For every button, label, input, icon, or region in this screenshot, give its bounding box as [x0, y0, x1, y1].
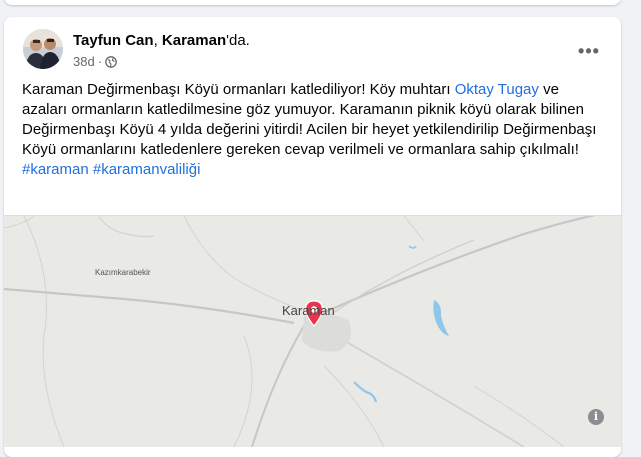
hashtag-karamanvaliligi[interactable]: #karamanvaliliği: [93, 161, 201, 178]
location-suffix: 'da.: [226, 32, 250, 49]
post-text: Karaman Değirmenbaşı Köyü ormanları katl…: [22, 80, 607, 180]
location-map[interactable]: [4, 215, 621, 447]
previous-post-card: [4, 0, 621, 5]
post-text-part1: Karaman Değirmenbaşı Köyü ormanları katl…: [22, 81, 455, 98]
avatar[interactable]: [23, 29, 63, 69]
author-separator: ,: [153, 32, 162, 49]
avatar-photo: [23, 29, 63, 69]
more-icon[interactable]: •••: [571, 33, 607, 69]
info-icon[interactable]: i: [588, 409, 604, 425]
meta-dot: ·: [97, 54, 103, 69]
location-link[interactable]: Karaman: [162, 32, 226, 49]
map-label-city: Karaman: [282, 303, 335, 318]
map-roads: [4, 216, 621, 447]
mention-link[interactable]: Oktay Tugay: [455, 81, 539, 98]
post-header: Tayfun Can, Karaman'da. 38d · •••: [4, 17, 621, 77]
post-card: Tayfun Can, Karaman'da. 38d · ••• Karama…: [4, 17, 621, 457]
author-line: Tayfun Can, Karaman'da.: [73, 32, 250, 49]
post-meta: 38d ·: [73, 54, 117, 69]
hashtags: #karaman #karamanvaliliği: [22, 160, 607, 180]
globe-icon[interactable]: [105, 55, 117, 68]
author-name[interactable]: Tayfun Can: [73, 32, 154, 49]
post-timestamp[interactable]: 38d: [73, 54, 95, 69]
map-label-village: Kazımkarabekir: [95, 268, 151, 277]
hashtag-karaman[interactable]: #karaman: [22, 161, 89, 178]
